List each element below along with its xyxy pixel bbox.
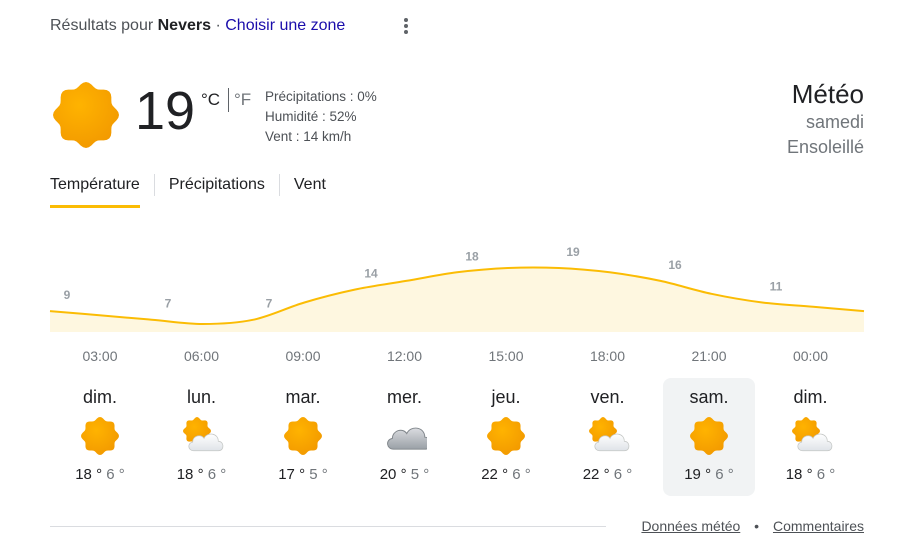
day-forecast-1[interactable]: lun. 18 ° 6 ° xyxy=(156,378,248,496)
temperature-value-label: 9 xyxy=(64,288,71,302)
results-prefix: Résultats pour xyxy=(50,17,154,34)
sunny-icon xyxy=(284,417,322,455)
hour-axis: 03:00 06:00 09:00 12:00 15:00 18:00 21:00 00:00 xyxy=(50,348,862,368)
day-temperatures: 22 ° 6 ° xyxy=(460,466,552,483)
day-forecast-3[interactable]: mer. 20 ° 5 ° xyxy=(359,378,451,496)
day-temperatures: 19 ° 6 ° xyxy=(663,466,755,483)
day-forecast-5[interactable]: ven. 22 ° 6 ° xyxy=(562,378,654,496)
weather-condition: Ensoleillé xyxy=(786,137,864,157)
day-name: mar. xyxy=(285,387,321,407)
hour-label: 03:00 xyxy=(82,348,118,364)
temperature-value-label: 11 xyxy=(770,280,783,294)
footer-separator: • xyxy=(754,518,760,534)
city-name: Nevers xyxy=(157,17,211,34)
wind-text: Vent : 14 km/h xyxy=(265,129,352,144)
results-header: Résultats pour Nevers · Choisir une zone xyxy=(50,17,345,35)
more-vert-icon[interactable] xyxy=(396,14,416,38)
day-name: dim. xyxy=(82,387,117,407)
day-temperatures: 18 ° 6 ° xyxy=(54,466,146,483)
footer-divider xyxy=(50,526,606,527)
day-temperatures: 18 ° 6 ° xyxy=(765,466,857,483)
hour-label: 00:00 xyxy=(792,348,829,364)
tab-divider xyxy=(278,174,280,196)
weather-data-link[interactable]: Données météo xyxy=(641,518,740,534)
sunny-icon xyxy=(81,417,119,455)
day-name: sam. xyxy=(689,387,729,407)
weather-title: Météo xyxy=(791,79,864,109)
day-high-temp: 18 ° xyxy=(176,466,204,483)
footer-links: Données météo • Commentaires xyxy=(641,518,864,534)
day-high-temp: 22 ° xyxy=(582,466,610,483)
day-low-temp: 6 ° xyxy=(613,466,633,483)
day-low-temp: 6 ° xyxy=(106,466,125,483)
temperature-value-label: 16 xyxy=(668,258,682,272)
tab-divider xyxy=(153,174,155,196)
temperature-value-label: 18 xyxy=(465,249,479,263)
humidity-text: Humidité : 52% xyxy=(265,109,357,124)
feedback-link[interactable]: Commentaires xyxy=(773,518,864,534)
day-temperatures: 17 ° 5 ° xyxy=(257,466,349,483)
day-forecast-0[interactable]: dim. 18 ° 6 ° xyxy=(54,378,146,496)
unit-fahrenheit-button[interactable]: °F xyxy=(234,90,251,110)
day-low-temp: 5 ° xyxy=(410,466,430,483)
tab-wind[interactable]: Vent xyxy=(294,174,326,210)
partly-cloudy-icon xyxy=(588,417,629,452)
unit-celsius-button[interactable]: °C xyxy=(201,90,220,110)
temperature-chart: 9 7 7 14 18 19 16 11 xyxy=(49,245,865,332)
choose-zone-link[interactable]: Choisir une zone xyxy=(225,17,345,34)
day-forecast-7[interactable]: dim. 18 ° 6 ° xyxy=(765,378,857,496)
temperature-value-label: 7 xyxy=(266,297,273,311)
temperature-value-label: 19 xyxy=(566,245,580,259)
day-forecast-2[interactable]: mar. 17 ° 5 ° xyxy=(257,378,349,496)
hour-label: 21:00 xyxy=(691,348,727,364)
day-name: dim. xyxy=(793,387,828,407)
day-high-temp: 20 ° xyxy=(379,466,407,483)
day-high-temp: 17 ° xyxy=(278,466,306,483)
day-forecast-6[interactable]: sam. 19 ° 6 ° xyxy=(663,378,755,496)
day-high-temp: 18 ° xyxy=(785,466,813,483)
tab-precipitation[interactable]: Précipitations xyxy=(169,174,265,210)
day-low-temp: 6 ° xyxy=(715,466,734,483)
partly-cloudy-icon xyxy=(182,417,223,452)
day-low-temp: 5 ° xyxy=(309,466,328,483)
tab-temperature[interactable]: Température xyxy=(50,174,140,210)
day-temperatures: 22 ° 6 ° xyxy=(562,466,654,483)
temperature-value-label: 14 xyxy=(364,267,378,281)
partly-cloudy-icon xyxy=(791,417,832,452)
sunny-icon xyxy=(690,417,728,455)
day-name: ven. xyxy=(590,387,625,407)
day-temperatures: 18 ° 6 ° xyxy=(156,466,248,483)
header-separator: · xyxy=(215,17,221,34)
daily-forecast: dim. 18 ° 6 ° lun. 18 ° 6 ° mar. 17 ° 5 ° mer.… xyxy=(50,378,862,498)
hour-label: 06:00 xyxy=(183,348,220,364)
day-high-temp: 18 ° xyxy=(75,466,103,483)
weather-summary: Météo samedi Ensoleillé xyxy=(787,78,864,160)
day-name: lun. xyxy=(186,387,217,407)
hour-label: 09:00 xyxy=(285,348,321,364)
day-low-temp: 6 ° xyxy=(512,466,531,483)
day-name: mer. xyxy=(386,387,422,407)
precipitation-text: Précipitations : 0% xyxy=(265,89,377,104)
hour-label: 18:00 xyxy=(589,348,626,364)
day-low-temp: 6 ° xyxy=(207,466,227,483)
day-high-temp: 19 ° xyxy=(684,466,712,483)
hour-label: 15:00 xyxy=(488,348,524,364)
day-high-temp: 22 ° xyxy=(481,466,509,483)
day-forecast-4[interactable]: jeu. 22 ° 6 ° xyxy=(460,378,552,496)
day-name: jeu. xyxy=(491,387,521,407)
sunny-icon xyxy=(53,82,119,148)
hour-label: 12:00 xyxy=(386,348,423,364)
unit-divider xyxy=(228,88,229,112)
temperature-value-label: 7 xyxy=(165,297,172,311)
weather-day: samedi xyxy=(805,112,864,132)
day-temperatures: 20 ° 5 ° xyxy=(359,466,451,483)
cloudy-icon xyxy=(386,427,427,450)
chart-tabs: Température Précipitations Vent xyxy=(50,174,326,210)
current-temperature: 19 xyxy=(135,81,196,141)
day-low-temp: 6 ° xyxy=(816,466,836,483)
sunny-icon xyxy=(487,417,525,455)
weather-details: Précipitations : 0% Humidité : 52% Vent … xyxy=(265,87,377,147)
